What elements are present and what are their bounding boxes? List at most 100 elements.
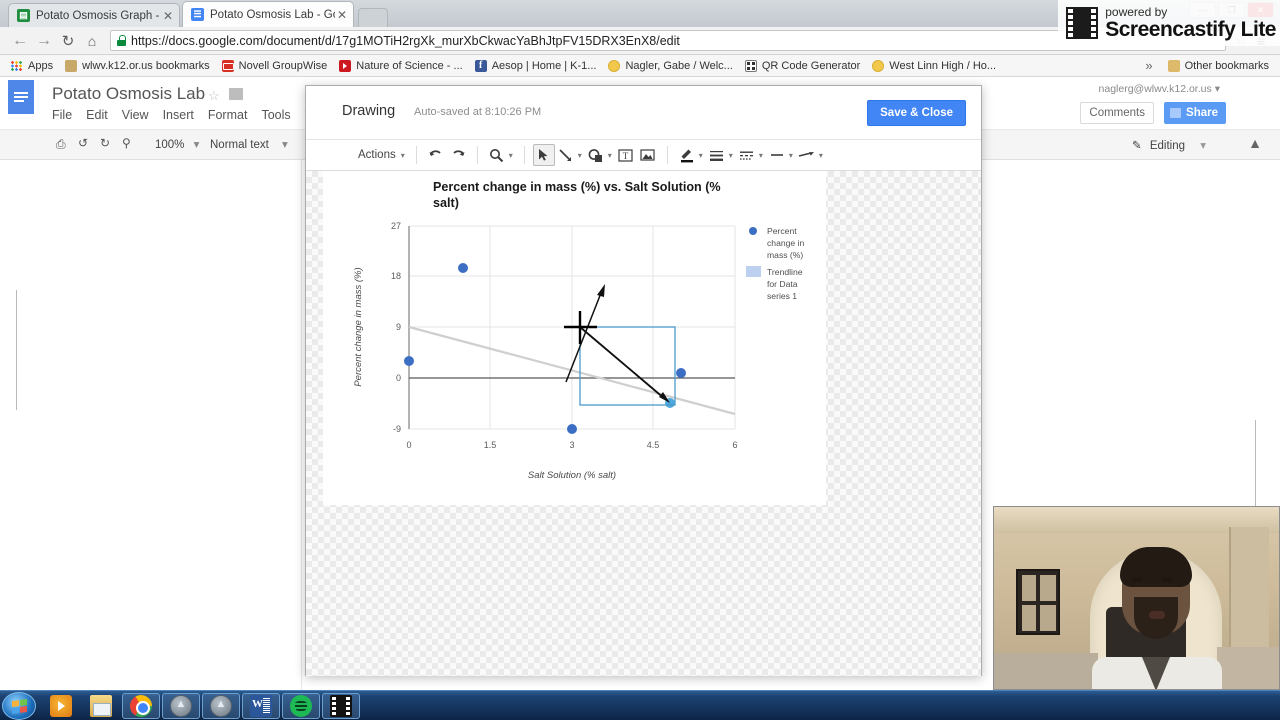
start-button[interactable] xyxy=(2,691,36,720)
bookmark-qr[interactable]: QR Code Generator xyxy=(740,57,865,75)
actions-menu[interactable]: Actions xyxy=(358,149,396,161)
legend-label-series1-l3: mass (%) xyxy=(767,250,803,260)
account-email[interactable]: naglerg@wlwv.k12.or.us ▾ xyxy=(1099,83,1220,95)
reload-icon[interactable]: ↻ xyxy=(56,29,80,53)
taskbar-file-explorer-icon[interactable] xyxy=(82,693,120,719)
film-strip-icon xyxy=(1066,7,1099,39)
bookmark-apps[interactable]: Apps xyxy=(6,57,58,75)
bookmark-aesop[interactable]: f Aesop | Home | K-1... xyxy=(470,57,602,75)
toolbar-divider xyxy=(523,146,525,164)
other-bookmarks-folder[interactable]: Other bookmarks xyxy=(1163,57,1274,75)
legend-label-series1-l2: change in xyxy=(767,238,804,248)
menu-file[interactable]: File xyxy=(52,108,72,122)
editing-mode-label: Editing xyxy=(1149,140,1186,152)
browser-tab-0[interactable]: ▤ Potato Osmosis Graph - G ✕ xyxy=(8,3,180,27)
bookmarks-overflow-icon[interactable]: » xyxy=(1137,58,1160,73)
webcam-person-shirt xyxy=(1092,657,1222,689)
chevron-down-icon: ▾ xyxy=(1214,83,1220,95)
collapse-toolbar-icon[interactable]: ▲ xyxy=(1248,135,1262,151)
docs-logo-icon[interactable] xyxy=(8,80,34,114)
drawing-dialog-header: Drawing Auto-saved at 8:10:26 PM Save & … xyxy=(306,86,981,140)
folder-icon xyxy=(1167,59,1180,72)
watermark-brand: Screencastify Lite xyxy=(1105,18,1276,41)
redo-icon[interactable] xyxy=(447,144,469,166)
drawing-canvas[interactable]: Percent change in mass (%) vs. Salt Solu… xyxy=(306,171,981,676)
menu-view[interactable]: View xyxy=(122,108,149,122)
webcam-person-mouth xyxy=(1149,611,1165,619)
chevron-down-icon: ▾ xyxy=(818,150,823,160)
globe-icon xyxy=(608,59,621,72)
chart-title-line1: Percent change in mass (%) vs. Salt Solu… xyxy=(433,180,721,194)
taskbar-spotify-icon[interactable] xyxy=(282,692,320,719)
line-start-icon[interactable] xyxy=(766,144,788,166)
bookmark-label: Other bookmarks xyxy=(1184,59,1269,72)
browser-tab-1[interactable]: ☰ Potato Osmosis Lab - Goo ✕ xyxy=(182,1,354,27)
image-icon[interactable] xyxy=(637,144,659,166)
redo-icon[interactable]: ↻ xyxy=(100,136,110,150)
osmosis-scatter-chart[interactable]: Percent change in mass (%) vs. Salt Solu… xyxy=(323,171,826,505)
lock-icon xyxy=(117,35,126,46)
star-icon[interactable]: ☆ xyxy=(208,88,220,104)
mail-icon xyxy=(221,59,235,72)
legend-label-trendline-l2: for Data xyxy=(767,279,798,289)
menu-tools[interactable]: Tools xyxy=(261,108,290,122)
menu-edit[interactable]: Edit xyxy=(86,108,108,122)
chevron-down-icon: ▾ xyxy=(193,139,200,151)
bookmark-label: Aesop | Home | K-1... xyxy=(491,59,597,72)
browser-tab-title: Potato Osmosis Graph - G xyxy=(36,9,161,22)
close-icon[interactable]: ✕ xyxy=(161,10,175,22)
undo-icon[interactable] xyxy=(425,144,447,166)
taskbar-windows-media-player-icon[interactable] xyxy=(42,693,80,719)
bookmark-nagler[interactable]: Nagler, Gabe / Welc... xyxy=(603,57,737,75)
apps-grid-icon xyxy=(11,60,23,72)
comments-button[interactable]: Comments xyxy=(1080,102,1154,124)
page-title[interactable]: Potato Osmosis Lab xyxy=(52,84,205,104)
chevron-down-icon: ▾ xyxy=(607,150,612,160)
line-dash-icon[interactable] xyxy=(736,144,758,166)
system-tray[interactable] xyxy=(1274,691,1280,720)
save-and-close-button[interactable]: Save & Close xyxy=(867,100,966,126)
taskbar-screencastify-icon[interactable] xyxy=(322,692,360,719)
menu-insert[interactable]: Insert xyxy=(163,108,194,122)
print-icon[interactable]: ⎙ xyxy=(56,137,66,152)
drawing-toolbar: Actions ▾ ▾ ▾ ▾ T ▾ ▾ ▾ ▾ ▾ xyxy=(306,140,981,171)
line-icon[interactable] xyxy=(555,144,577,166)
home-icon[interactable]: ⌂ xyxy=(80,29,104,53)
editing-mode-button[interactable]: ✎ Editing ▾ xyxy=(1132,138,1206,152)
paragraph-style-select[interactable]: Normal text ▾ xyxy=(210,137,288,151)
line-color-icon[interactable] xyxy=(676,144,698,166)
close-icon[interactable]: ✕ xyxy=(335,9,349,21)
back-icon[interactable]: ← xyxy=(8,29,32,53)
chart-legend: Percent change in mass (%) Trendline for… xyxy=(746,226,804,301)
y-axis-label: Percent change in mass (%) xyxy=(353,267,364,386)
taskbar-word-icon[interactable] xyxy=(242,692,280,719)
share-button[interactable]: Share xyxy=(1164,102,1226,124)
taskbar-chrome-icon[interactable] xyxy=(122,692,160,719)
select-arrow-icon[interactable] xyxy=(532,144,555,166)
youtube-icon xyxy=(339,59,352,72)
bookmark-nature-of-science[interactable]: Nature of Science - ... xyxy=(334,57,467,75)
paint-format-icon[interactable]: ⚲ xyxy=(122,136,131,150)
shape-icon[interactable] xyxy=(585,144,607,166)
text-box-icon[interactable]: T xyxy=(615,144,637,166)
bookmark-wlwv[interactable]: wlwv.k12.or.us bookmarks xyxy=(60,57,215,75)
zoom-icon[interactable] xyxy=(486,144,508,166)
bookmark-west-linn[interactable]: West Linn High / Ho... xyxy=(867,57,1001,75)
screencastify-watermark: powered by Screencastify Lite xyxy=(1058,0,1280,46)
line-end-icon[interactable] xyxy=(796,144,818,166)
bookmark-groupwise[interactable]: Novell GroupWise xyxy=(217,57,333,75)
webcam-couch-left xyxy=(994,653,1098,689)
new-tab-button[interactable] xyxy=(358,8,388,27)
chevron-down-icon: ▾ xyxy=(577,150,582,160)
menu-format[interactable]: Format xyxy=(208,108,248,122)
taskbar-aim-icon-1[interactable] xyxy=(162,692,200,719)
data-point xyxy=(676,368,686,378)
line-weight-icon[interactable] xyxy=(706,144,728,166)
move-to-folder-icon[interactable] xyxy=(229,88,243,100)
forward-icon[interactable]: → xyxy=(32,29,56,53)
taskbar-aim-icon-2[interactable] xyxy=(202,692,240,719)
pencil-icon: ✎ xyxy=(1132,140,1142,152)
zoom-level-select[interactable]: 100% ▾ xyxy=(155,137,199,151)
svg-text:1.5: 1.5 xyxy=(484,440,497,450)
undo-icon[interactable]: ↺ xyxy=(78,136,88,150)
